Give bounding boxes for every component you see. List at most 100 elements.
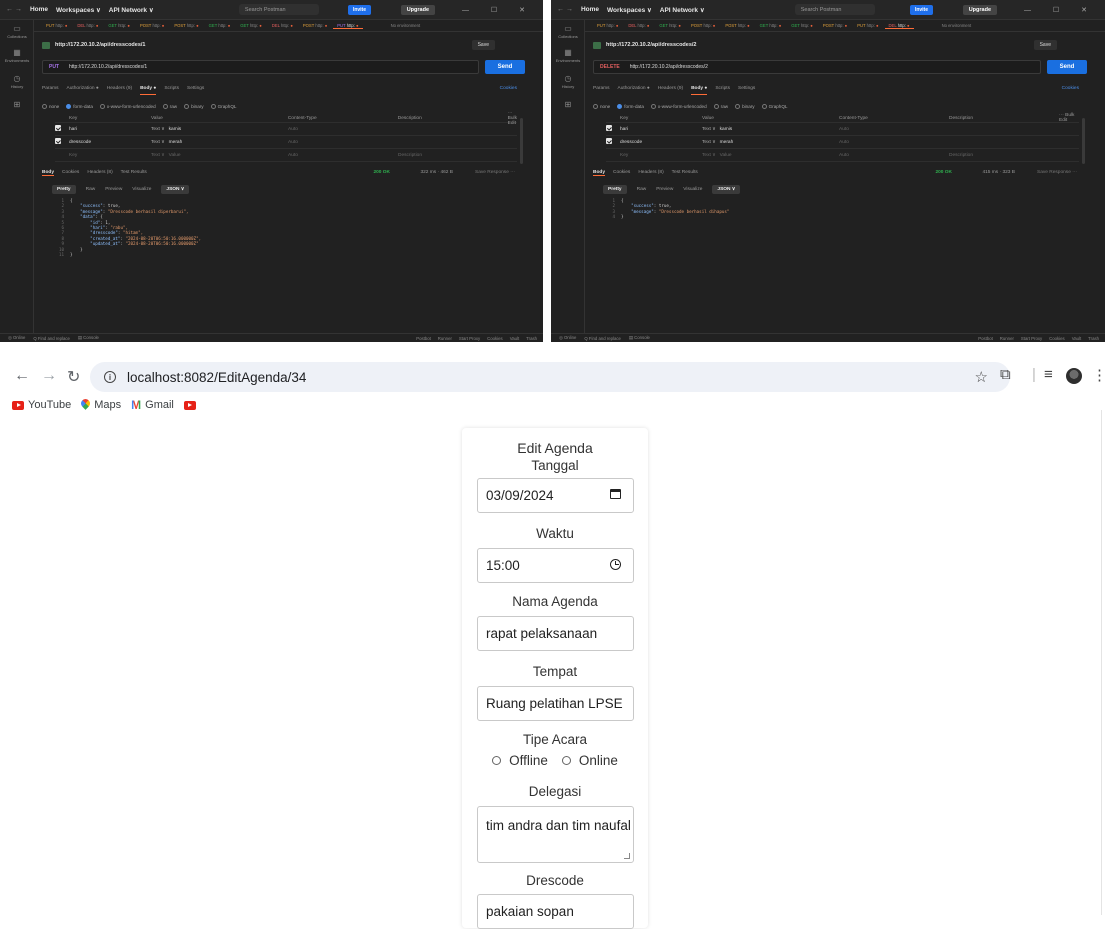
view-preview[interactable]: Preview [105, 187, 122, 192]
sidebar-item-history[interactable]: ◷ History [0, 74, 34, 89]
body-type-urlencoded[interactable]: x-www-form-urlencoded [99, 104, 156, 110]
upgrade-button[interactable]: Upgrade [400, 4, 435, 15]
request-name[interactable]: http://172.20.10.2/api/dresscodes/2 [606, 42, 697, 48]
reload-icon[interactable]: ↻ [67, 367, 80, 387]
profile-avatar-icon[interactable] [1066, 368, 1082, 384]
sidebar-item-collections[interactable]: ▭ Collections [0, 24, 34, 39]
url-input[interactable]: PUT http://172.20.10.2/api/dresscodes/1 [42, 60, 479, 74]
tab-request[interactable]: GET http: ● [787, 23, 817, 28]
tab-request[interactable]: POST http: ● [299, 23, 331, 28]
bookmark-star-icon[interactable]: ☆ [975, 368, 988, 386]
tab-response-headers[interactable]: Headers (8) [638, 170, 663, 175]
workspaces-menu[interactable]: Workspaces ∨ [607, 6, 652, 14]
tab-request-active[interactable]: DEL http: ● [884, 23, 914, 29]
request-name[interactable]: http://172.20.10.2/api/dresscodes/1 [55, 42, 146, 48]
history-nav-buttons[interactable]: ← → [557, 6, 573, 13]
tab-request[interactable]: GET http: ● [205, 23, 235, 28]
body-type-binary[interactable]: binary [184, 104, 204, 110]
console-button[interactable]: ▤ Console [78, 335, 99, 341]
upgrade-button[interactable]: Upgrade [962, 4, 997, 15]
vault-button[interactable]: Vault [510, 336, 519, 341]
view-pretty[interactable]: Pretty [52, 184, 76, 194]
bulk-edit-link[interactable]: ··· Bulk Edit [1059, 113, 1079, 123]
nama-agenda-input[interactable]: rapat pelaksanaan [477, 616, 634, 651]
home-menu[interactable]: Home [581, 6, 599, 13]
online-label[interactable]: Online [579, 753, 618, 768]
drescode-input[interactable]: pakaian sopan [477, 894, 634, 929]
row-checkbox[interactable] [55, 125, 61, 131]
view-visualize[interactable]: Visualize [132, 187, 151, 192]
tab-request[interactable]: POST http: ● [136, 23, 168, 28]
save-response-button[interactable]: Save Response ··· [1037, 170, 1077, 175]
no-environment-select[interactable]: No environment [387, 23, 425, 28]
row-checkbox[interactable] [606, 125, 612, 131]
tab-request[interactable]: POST http: ● [687, 23, 719, 28]
tab-authorization[interactable]: Authorization ● [67, 86, 99, 95]
method-select[interactable]: DELETE [600, 64, 620, 70]
save-button[interactable]: Save [471, 40, 495, 50]
sidebar-item-more[interactable]: ⊞ [551, 100, 585, 110]
scrollbar[interactable] [520, 118, 523, 164]
body-type-form-data[interactable]: form-data [617, 104, 644, 110]
api-network-menu[interactable]: API Network ∨ [109, 6, 154, 14]
tab-settings[interactable]: Settings [738, 86, 755, 95]
postbot-button[interactable]: Postbot [416, 336, 431, 341]
body-type-urlencoded[interactable]: x-www-form-urlencoded [650, 104, 707, 110]
tab-headers[interactable]: Headers (9) [658, 86, 683, 95]
tab-response-cookies[interactable]: Cookies [62, 170, 79, 175]
method-select[interactable]: PUT [49, 64, 59, 70]
invite-button[interactable]: Invite [347, 4, 371, 15]
bookmark-maps[interactable]: Maps [81, 399, 121, 411]
tab-scripts[interactable]: Scripts [164, 86, 179, 95]
find-replace-button[interactable]: Q Find and replace [584, 336, 621, 341]
tab-authorization[interactable]: Authorization ● [618, 86, 650, 95]
scrollbar[interactable] [1082, 118, 1085, 164]
url-input[interactable]: DELETE http://172.20.10.2/api/dresscodes… [593, 60, 1041, 74]
bookmark-youtube-2[interactable] [183, 400, 196, 410]
cookies-link[interactable]: Cookies [500, 86, 517, 91]
tab-settings[interactable]: Settings [187, 86, 204, 95]
cookies-button[interactable]: Cookies [1049, 336, 1065, 341]
row-checkbox[interactable] [55, 138, 61, 144]
calendar-icon[interactable] [610, 489, 621, 499]
save-button[interactable]: Save [1033, 40, 1057, 50]
tab-request[interactable]: POST http: ● [721, 23, 753, 28]
online-radio[interactable] [561, 756, 571, 765]
tab-request[interactable]: POST http: ● [170, 23, 202, 28]
window-controls[interactable]: — ☐ ✕ [462, 6, 535, 14]
offline-radio[interactable] [492, 756, 502, 765]
tab-test-results[interactable]: Test Results [121, 170, 147, 175]
tab-params[interactable]: Params [42, 86, 59, 95]
cookies-link[interactable]: Cookies [1062, 86, 1079, 91]
format-select[interactable]: JSON ∨ [712, 184, 741, 194]
tab-test-results[interactable]: Test Results [672, 170, 698, 175]
workspaces-menu[interactable]: Workspaces ∨ [56, 6, 101, 14]
trash-button[interactable]: Trash [1088, 336, 1099, 341]
search-postman-input[interactable]: Search Postman [238, 4, 319, 15]
sidebar-item-history[interactable]: ◷ History [551, 74, 585, 89]
format-select[interactable]: JSON ∨ [161, 184, 190, 194]
search-postman-input[interactable]: Search Postman [794, 4, 875, 15]
delegasi-textarea[interactable]: tim andra dan tim naufal [477, 806, 634, 863]
no-environment-select[interactable]: No environment [938, 23, 976, 28]
online-status[interactable]: ◎ Online [8, 335, 25, 341]
body-type-none[interactable]: none [42, 104, 59, 110]
tab-response-body[interactable]: Body [42, 170, 54, 176]
body-type-none[interactable]: none [593, 104, 610, 110]
view-raw[interactable]: Raw [637, 187, 647, 192]
extensions-icon[interactable]: ⧉ [1000, 366, 1011, 383]
tab-response-headers[interactable]: Headers (8) [87, 170, 112, 175]
tab-request[interactable]: DEL http: ● [624, 23, 653, 28]
view-visualize[interactable]: Visualize [683, 187, 702, 192]
body-type-form-data[interactable]: form-data [66, 104, 93, 110]
vault-button[interactable]: Vault [1072, 336, 1081, 341]
forward-arrow-icon[interactable]: → [41, 367, 57, 385]
back-arrow-icon[interactable]: ← [14, 367, 30, 385]
start-proxy-button[interactable]: Start Proxy [459, 336, 480, 341]
save-response-button[interactable]: Save Response ··· [475, 170, 515, 175]
tab-request[interactable]: PUT http: ● [42, 23, 71, 28]
tab-request-active[interactable]: PUT http: ● [333, 23, 363, 29]
clock-icon[interactable] [610, 559, 621, 570]
resize-handle-icon[interactable] [624, 853, 630, 859]
reading-list-icon[interactable]: ≡ [1044, 366, 1053, 383]
